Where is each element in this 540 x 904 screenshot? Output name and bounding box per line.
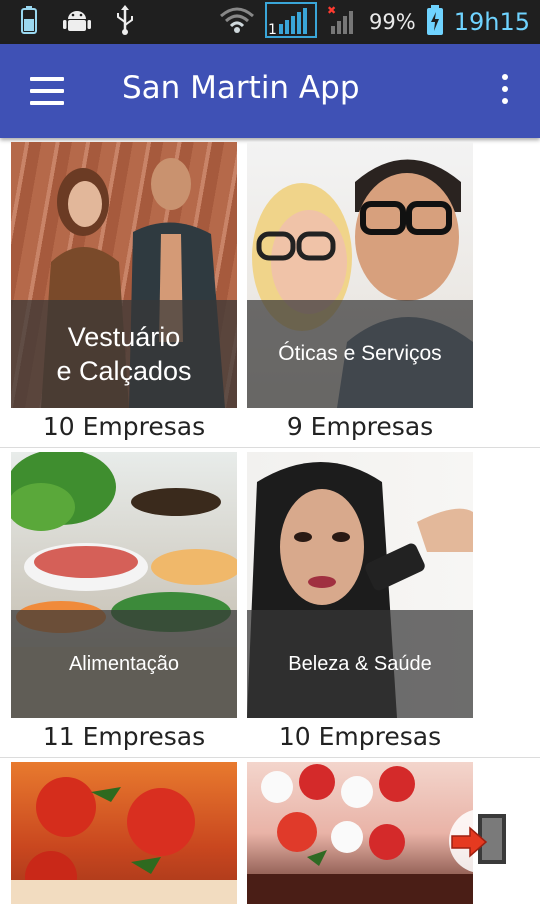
usb-icon <box>114 4 136 40</box>
app-bar: San Martin App <box>0 44 540 138</box>
optics-photo[interactable]: Óticas e Serviços <box>247 142 473 408</box>
category-row: Vestuário e Calçados 10 Empresas Óticas … <box>0 138 540 448</box>
company-count: 9 Empresas <box>286 412 434 441</box>
category-label-overlay: Óticas e Serviços <box>247 300 473 408</box>
food-buffet-photo[interactable]: Alimentação <box>11 452 237 718</box>
company-count: 11 Empresas <box>42 722 206 751</box>
hamburger-menu-icon[interactable] <box>30 77 64 105</box>
category-card-pizza[interactable] <box>11 762 237 904</box>
category-label-overlay: Beleza & Saúde <box>247 610 473 718</box>
overflow-menu-icon[interactable] <box>500 74 510 108</box>
clock: 19h15 <box>453 8 530 36</box>
category-card-cake[interactable] <box>247 762 473 904</box>
exit-button[interactable] <box>448 808 514 874</box>
category-label: Óticas e Serviços <box>278 342 442 365</box>
android-icon <box>62 5 92 39</box>
battery-icon <box>18 5 40 39</box>
svg-text:1: 1 <box>268 22 277 38</box>
svg-text:✖: ✖ <box>327 4 336 17</box>
category-label-overlay: Vestuário e Calçados <box>11 300 237 408</box>
category-label-overlay: Alimentação <box>11 610 237 718</box>
pizza-photo[interactable] <box>11 762 237 904</box>
category-label: Vestuário <box>67 322 181 352</box>
category-row: Alimentação 11 Empresas Beleza & Saúde 1… <box>0 448 540 758</box>
exit-door-icon <box>449 809 513 873</box>
no-signal-icon: ✖ <box>327 4 359 40</box>
category-card-optics[interactable]: Óticas e Serviços 9 Empresas <box>247 142 473 441</box>
signal-icon: 1 <box>265 2 318 42</box>
category-card-beauty[interactable]: Beleza & Saúde 10 Empresas <box>247 452 473 751</box>
company-count: 10 Empresas <box>42 412 206 441</box>
cake-photo[interactable] <box>247 762 473 904</box>
company-count: 10 Empresas <box>278 722 442 751</box>
wifi-icon <box>219 6 255 38</box>
category-card-clothing[interactable]: Vestuário e Calçados 10 Empresas <box>11 142 237 441</box>
app-title: San Martin App <box>122 70 360 106</box>
beauty-photo[interactable]: Beleza & Saúde <box>247 452 473 718</box>
category-label: Beleza & Saúde <box>288 652 432 675</box>
category-label: e Calçados <box>56 356 192 386</box>
category-card-food[interactable]: Alimentação 11 Empresas <box>11 452 237 751</box>
charging-battery-icon <box>426 4 444 40</box>
clothing-photo[interactable]: Vestuário e Calçados <box>11 142 237 408</box>
battery-percent: 99% <box>369 10 416 34</box>
status-bar: 1 ✖ 99% 19h15 <box>0 0 540 44</box>
category-label: Alimentação <box>68 652 180 675</box>
